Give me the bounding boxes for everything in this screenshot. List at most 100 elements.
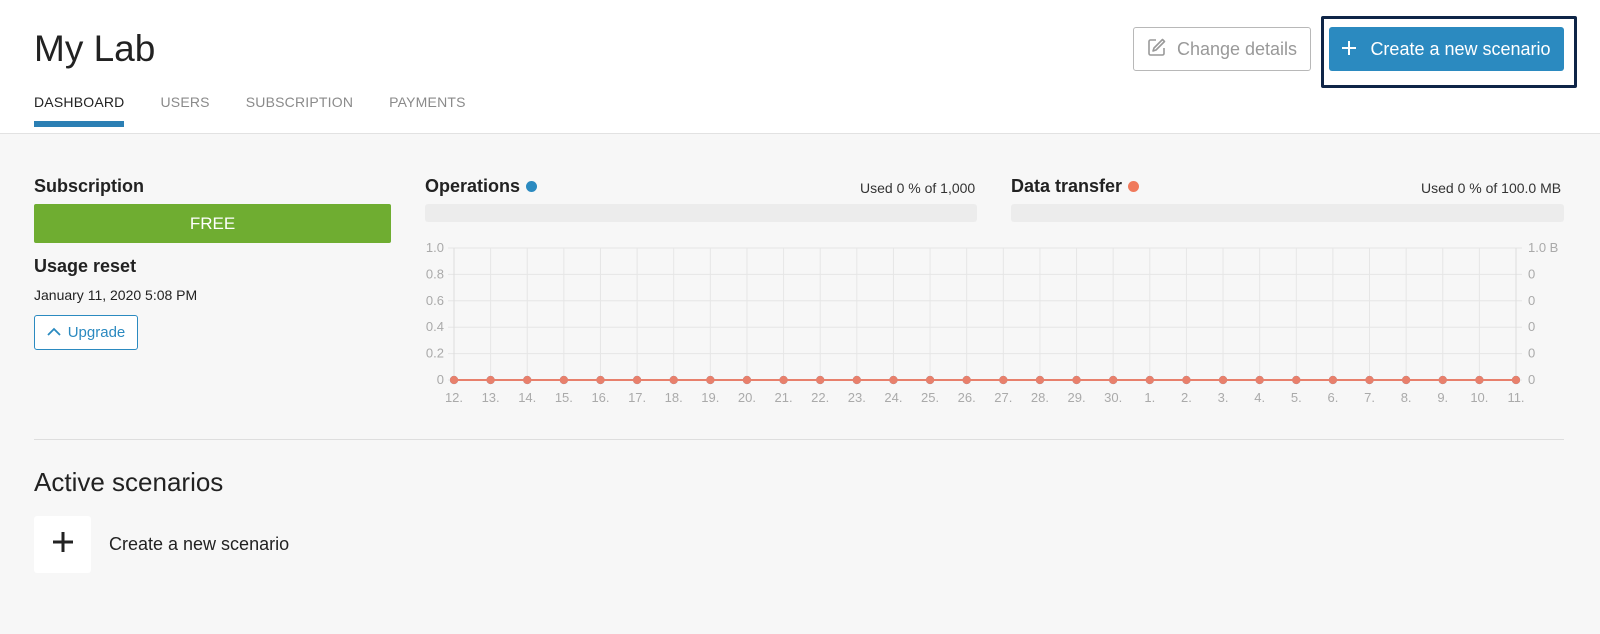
series-point-1: [449, 375, 459, 385]
x-tick-label: 23.: [848, 390, 866, 405]
series-point-1: [633, 375, 642, 385]
series-point-1: [852, 375, 861, 385]
x-tick-label: 27.: [994, 390, 1012, 405]
data-transfer-heading: Data transfer: [1011, 176, 1140, 197]
x-tick-label: 7.: [1364, 390, 1375, 405]
data-transfer-usage-text: Used 0 % of 100.0 MB: [1421, 180, 1562, 196]
upgrade-label: Upgrade: [67, 324, 126, 341]
series-point-1: [1255, 375, 1264, 385]
usage-chart: 1.0 1.0 B0.8 00.6 00.4 00.2 00 012. 13. 14. 15. 16…: [426, 240, 1558, 405]
series-point-1: [523, 375, 532, 385]
tab-users[interactable]: USERS: [160, 94, 209, 127]
x-tick-label: 6.: [1327, 390, 1338, 405]
usage-reset-heading: Usage reset: [34, 256, 137, 276]
plus-icon: [52, 532, 73, 557]
x-tick-label: 16.: [591, 390, 609, 405]
data-transfer-legend-dot: [1128, 181, 1140, 192]
y-tick-label-right: 0: [1528, 346, 1535, 361]
y-tick-label-right: 0: [1528, 372, 1535, 387]
tab-subscription[interactable]: SUBSCRIPTION: [246, 94, 353, 127]
x-tick-label: 8.: [1401, 390, 1412, 405]
operations-legend-dot: [526, 181, 538, 192]
x-tick-label: 3.: [1218, 390, 1229, 405]
series-point-1: [596, 375, 605, 385]
series-point-1: [999, 375, 1008, 385]
series-point-1: [559, 375, 568, 385]
plus-icon: [1342, 39, 1357, 60]
x-tick-label: 19.: [701, 390, 719, 405]
y-tick-label-left: 0.2: [426, 346, 444, 361]
series-point-1: [1511, 375, 1521, 385]
y-tick-label-left: 0.6: [426, 293, 444, 308]
usage-reset-date: January 11, 2020 5:08 PM: [34, 287, 198, 303]
operations-heading: Operations: [425, 176, 538, 197]
upgrade-button[interactable]: Upgrade: [34, 315, 138, 350]
y-tick-label-right: 0: [1528, 319, 1535, 334]
y-tick-label-left: 0.4: [426, 319, 444, 334]
x-tick-label: 12.: [445, 390, 463, 405]
x-tick-label: 17.: [628, 390, 646, 405]
subscription-heading: Subscription: [34, 176, 145, 196]
y-tick-label-right: 0: [1528, 293, 1535, 308]
x-tick-label: 26.: [958, 390, 976, 405]
tab-bar: DASHBOARD USERS SUBSCRIPTION PAYMENTS: [34, 94, 466, 127]
series-point-1: [779, 375, 788, 385]
series-point-1: [706, 375, 715, 385]
y-tick-label-left: 1.0: [426, 240, 444, 255]
y-tick-label-right: 1.0 B: [1528, 240, 1558, 255]
x-tick-label: 1.: [1144, 390, 1155, 405]
series-point-1: [1365, 375, 1374, 385]
x-tick-label: 22.: [811, 390, 829, 405]
series-point-1: [1109, 375, 1118, 385]
series-point-1: [669, 375, 678, 385]
series-point-1: [1292, 375, 1301, 385]
x-tick-label: 4.: [1254, 390, 1265, 405]
operations-usage-text: Used 0 % of 1,000: [860, 180, 976, 196]
data-transfer-label: Data transfer: [1011, 176, 1123, 196]
series-point-1: [1145, 375, 1154, 385]
series-point-1: [1438, 375, 1447, 385]
series-point-1: [1218, 375, 1228, 385]
series-point-1: [1328, 375, 1337, 385]
x-tick-label: 9.: [1437, 390, 1448, 405]
tab-dashboard[interactable]: DASHBOARD: [34, 94, 125, 127]
y-tick-label-left: 0: [437, 372, 444, 387]
page-header: My Lab DASHBOARD USERS SUBSCRIPTION PAYM…: [0, 0, 1600, 134]
create-scenario-link[interactable]: Create a new scenario: [109, 534, 289, 555]
series-point-1: [486, 375, 495, 385]
x-tick-label: 2.: [1181, 390, 1192, 405]
series-point-1: [1475, 375, 1484, 385]
series-point-1: [1035, 375, 1045, 385]
x-tick-label: 11.: [1507, 390, 1524, 405]
operations-meter: [425, 204, 977, 222]
create-scenario-label: Create a new scenario: [1370, 38, 1551, 59]
y-tick-label-left: 0.8: [426, 266, 444, 281]
edit-icon: [1147, 37, 1167, 62]
series-point-1: [742, 375, 752, 385]
x-tick-label: 18.: [665, 390, 683, 405]
page-title: My Lab: [34, 28, 156, 69]
series-point-1: [1182, 375, 1191, 385]
x-tick-label: 25.: [921, 390, 939, 405]
tab-payments[interactable]: PAYMENTS: [389, 94, 466, 127]
add-scenario-tile[interactable]: [34, 516, 91, 573]
plan-badge: FREE: [34, 204, 391, 243]
x-tick-label: 30.: [1104, 390, 1122, 405]
x-tick-label: 10.: [1470, 390, 1488, 405]
series-point-1: [816, 375, 825, 385]
x-tick-label: 29.: [1068, 390, 1086, 405]
x-tick-label: 5.: [1291, 390, 1302, 405]
change-details-button[interactable]: Change details: [1133, 27, 1311, 71]
x-tick-label: 28.: [1031, 390, 1049, 405]
data-transfer-meter: [1011, 204, 1564, 222]
active-scenarios-heading: Active scenarios: [34, 467, 224, 497]
create-scenario-button[interactable]: Create a new scenario: [1329, 27, 1564, 71]
operations-label: Operations: [425, 176, 521, 196]
x-tick-label: 24.: [884, 390, 902, 405]
chevron-up-icon: [47, 324, 61, 341]
x-tick-label: 15.: [555, 390, 573, 405]
series-point-1: [925, 375, 935, 385]
x-tick-label: 21.: [775, 390, 793, 405]
y-tick-label-right: 0: [1528, 266, 1535, 281]
series-point-1: [1402, 375, 1411, 385]
